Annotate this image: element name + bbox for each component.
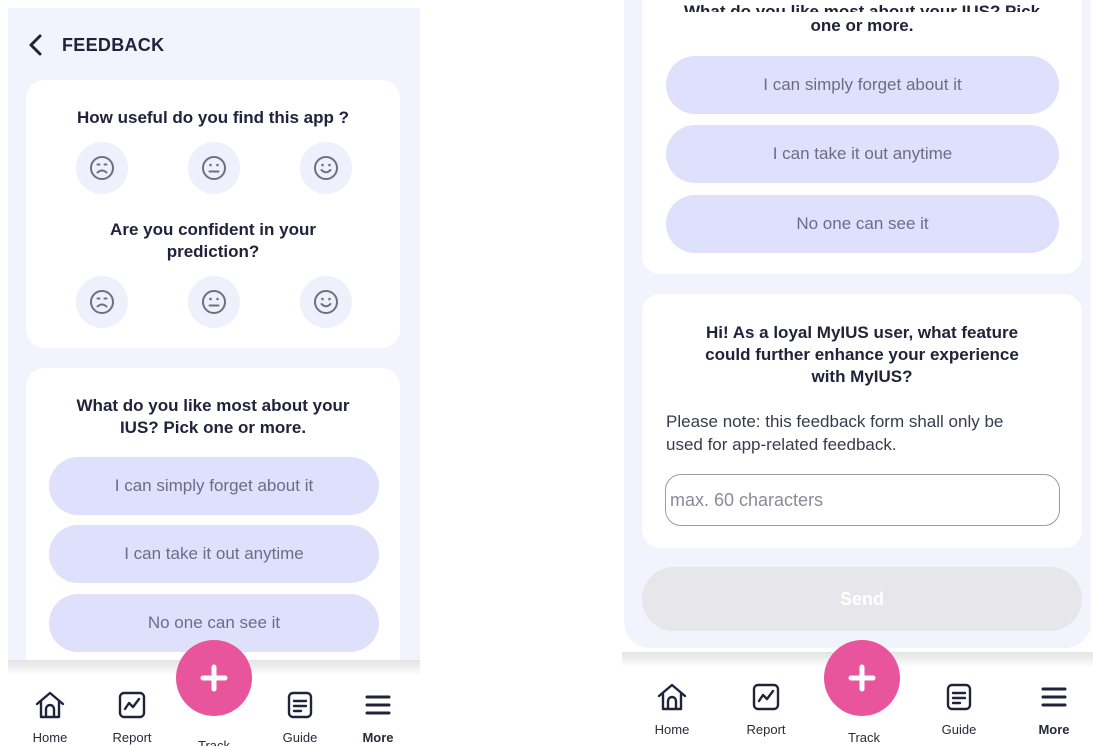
feature-feedback-input[interactable]	[665, 474, 1060, 526]
likes-question: What do you like most about your IUS? Pi…	[26, 395, 400, 439]
plus-icon	[200, 664, 228, 692]
like-option-forget[interactable]: I can simply forget about it	[666, 56, 1059, 114]
usefulness-rating-row	[76, 142, 352, 194]
likes-card: What do you like most about your IUS? Pi…	[26, 368, 400, 678]
feature-feedback-card: Hi! As a loyal MyIUS user, what feature …	[642, 294, 1082, 548]
track-add-button[interactable]	[176, 640, 252, 716]
menu-icon	[365, 695, 391, 715]
nav-track-label: Track	[847, 730, 881, 745]
feedback-screen-bottom: What do you like most about your IUS? Pi…	[622, 0, 1093, 746]
like-option-invisible[interactable]: No one can see it	[666, 195, 1059, 253]
neutral-face-icon	[202, 290, 226, 314]
usefulness-question: How useful do you find this app ?	[77, 108, 349, 127]
page-title: FEEDBACK	[62, 35, 165, 55]
chevron-left-icon[interactable]	[26, 33, 46, 57]
like-option-forget[interactable]: I can simply forget about it	[49, 457, 379, 515]
likes-question-line1: What do you like most about your	[76, 396, 350, 415]
chart-icon	[752, 683, 780, 711]
like-option-remove-anytime[interactable]: I can take it out anytime	[49, 525, 379, 583]
rating-card: How useful do you find this app ? Are yo…	[26, 80, 400, 348]
nav-guide-label: Guide	[282, 730, 318, 745]
menu-icon	[1041, 687, 1067, 707]
nav-home-label: Home	[654, 722, 690, 737]
usefulness-neutral-option[interactable]	[188, 142, 240, 194]
sad-face-icon	[90, 290, 114, 314]
likes-question-partial: What do you like most about your IUS? Pi…	[683, 2, 1041, 12]
usefulness-sad-option[interactable]	[76, 142, 128, 194]
nav-report-label: Report	[112, 730, 152, 745]
nav-more[interactable]: More	[338, 674, 418, 745]
confidence-neutral-option[interactable]	[188, 276, 240, 328]
send-button[interactable]: Send	[642, 567, 1082, 631]
likes-question-line2: one or more.	[810, 16, 914, 35]
nav-track-label: Track	[197, 738, 231, 746]
home-icon	[35, 691, 65, 719]
document-icon	[287, 691, 313, 719]
nav-more-label: More	[1038, 722, 1070, 737]
likes-question-line2: IUS? Pick one or more.	[119, 418, 307, 437]
usefulness-happy-option[interactable]	[300, 142, 352, 194]
nav-report[interactable]: Report	[726, 666, 806, 737]
likes-card: What do you like most about your IUS? Pi…	[642, 0, 1082, 274]
nav-home-label: Home	[32, 730, 68, 745]
nav-guide[interactable]: Guide	[260, 674, 340, 745]
nav-more-label: More	[362, 730, 394, 745]
nav-report-label: Report	[746, 722, 786, 737]
home-icon	[657, 683, 687, 711]
confidence-question-line2: prediction?	[166, 242, 260, 261]
confidence-happy-option[interactable]	[300, 276, 352, 328]
happy-face-icon	[314, 156, 338, 180]
nav-report[interactable]: Report	[92, 674, 172, 745]
happy-face-icon	[314, 290, 338, 314]
feature-question-line3: with MyIUS?	[811, 367, 913, 386]
feedback-note-line1: Please note: this feedback form shall on…	[666, 412, 1004, 431]
plus-icon	[848, 664, 876, 692]
neutral-face-icon	[202, 156, 226, 180]
nav-home[interactable]: Home	[632, 666, 712, 737]
feature-question-line2: could further enhance your experience	[705, 345, 1019, 364]
nav-more[interactable]: More	[1014, 666, 1093, 737]
feedback-screen-top: FEEDBACK How useful do you find this app…	[8, 8, 420, 746]
chart-icon	[118, 691, 146, 719]
confidence-question: Are you confident in your prediction?	[26, 219, 400, 263]
like-option-remove-anytime[interactable]: I can take it out anytime	[666, 125, 1059, 183]
nav-home[interactable]: Home	[10, 674, 90, 745]
feedback-note: Please note: this feedback form shall on…	[666, 410, 1076, 456]
header: FEEDBACK	[8, 8, 420, 78]
confidence-sad-option[interactable]	[76, 276, 128, 328]
track-add-button[interactable]	[824, 640, 900, 716]
nav-guide[interactable]: Guide	[919, 666, 999, 737]
feature-question: Hi! As a loyal MyIUS user, what feature …	[642, 322, 1082, 388]
document-icon	[946, 683, 972, 711]
sad-face-icon	[90, 156, 114, 180]
feature-question-line1: Hi! As a loyal MyIUS user, what feature	[705, 323, 1019, 342]
nav-guide-label: Guide	[941, 722, 977, 737]
confidence-rating-row	[76, 276, 352, 328]
confidence-question-line1: Are you confident in your	[110, 220, 316, 239]
feedback-note-line2: used for app-related feedback.	[666, 435, 897, 454]
